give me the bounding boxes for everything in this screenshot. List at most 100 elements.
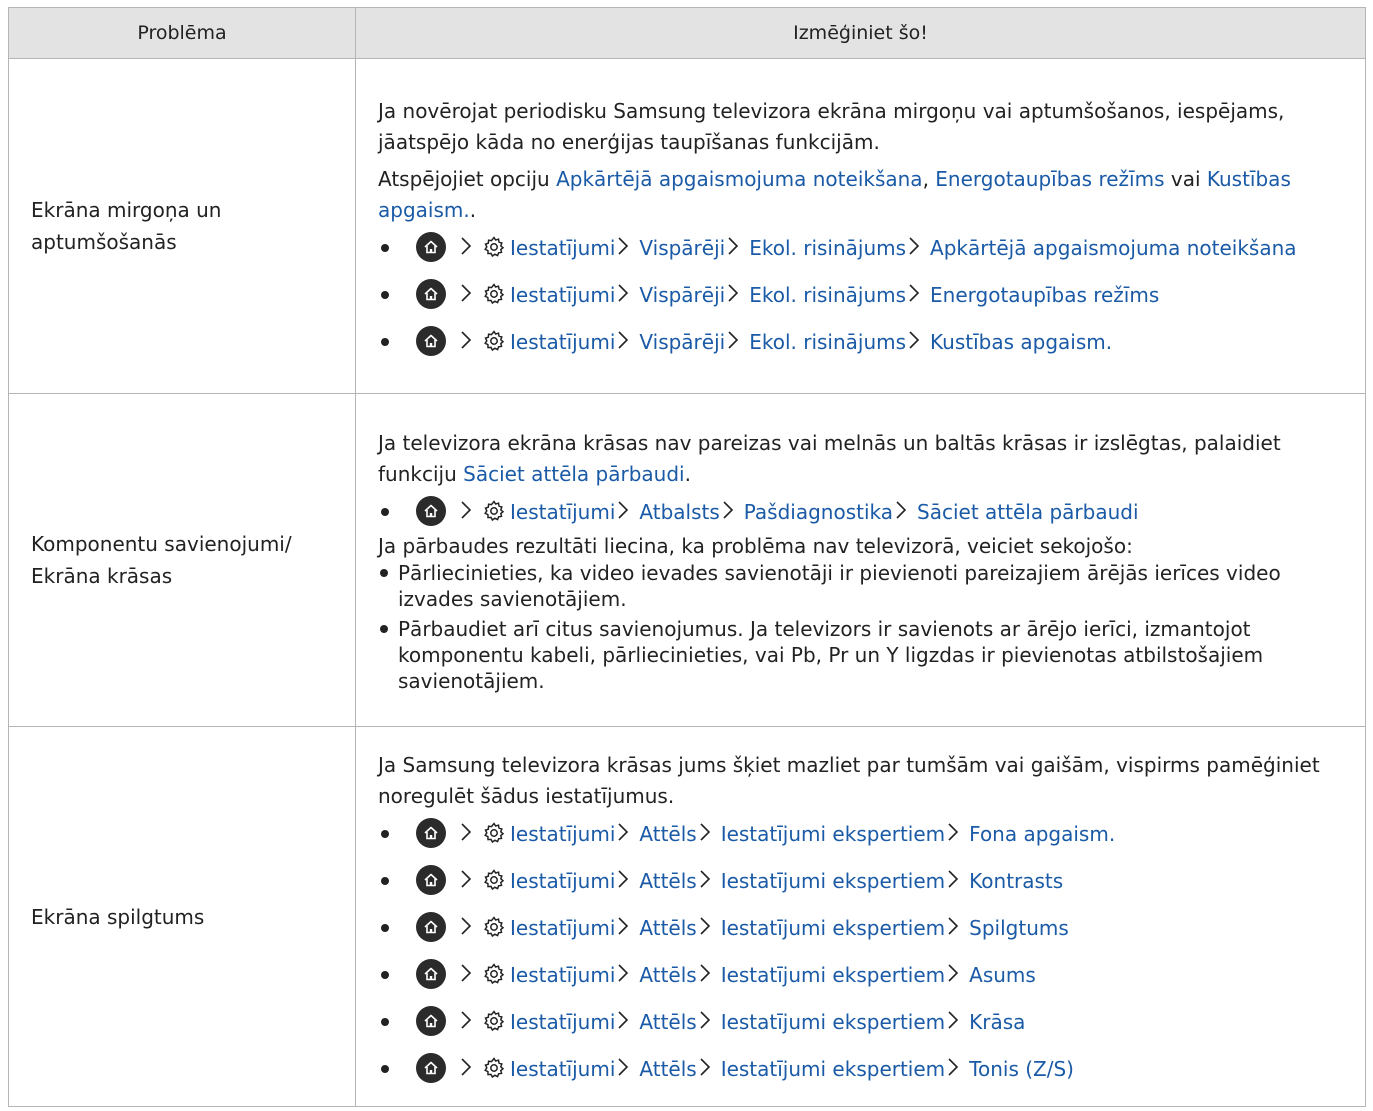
home-icon <box>416 326 446 356</box>
home-icon <box>416 818 446 848</box>
gear-icon <box>482 1010 510 1034</box>
home-icon <box>416 912 446 942</box>
list-item: Pārbaudiet arī citus savienojumus. Ja te… <box>378 616 1347 694</box>
menu-path-label[interactable]: Kontrasts <box>969 869 1063 893</box>
chevron-right-icon <box>615 500 639 524</box>
menu-path-label[interactable]: Iestatījumi <box>510 283 615 307</box>
menu-path-label[interactable]: Energotaupības režīms <box>930 283 1159 307</box>
option-link[interactable]: Sāciet attēla pārbaudi <box>463 462 684 486</box>
option-link[interactable]: Energotaupības režīms <box>935 167 1164 191</box>
gear-icon <box>482 283 510 307</box>
menu-path-label[interactable]: Apkārtējā apgaismojuma noteikšana <box>930 236 1296 260</box>
home-icon <box>416 1053 446 1083</box>
menu-path-label[interactable]: Iestatījumi <box>510 1010 615 1034</box>
menu-path-label[interactable]: Iestatījumi <box>510 963 615 987</box>
menu-path-list: Iestatījumi Vispārēji Ekol. risinājums Apkā… <box>378 232 1347 358</box>
chevron-right-icon <box>458 236 482 260</box>
chevron-right-icon <box>725 236 749 260</box>
table-row: Ekrāna spilgtums Ja Samsung televizora k… <box>8 726 1366 1107</box>
after-text: Ja pārbaudes rezultāti liecina, ka probl… <box>378 534 1133 558</box>
chevron-right-icon <box>615 283 639 307</box>
problem-cell: Ekrāna mirgoņa un aptumšošanās <box>8 58 356 394</box>
chevron-right-icon <box>697 822 721 846</box>
menu-path-label[interactable]: Iestatījumi <box>510 822 615 846</box>
chevron-right-icon <box>893 500 917 524</box>
menu-path-label[interactable]: Asums <box>969 963 1036 987</box>
menu-path-label[interactable]: Iestatījumi <box>510 869 615 893</box>
chevron-right-icon <box>615 330 639 354</box>
chevron-right-icon <box>697 916 721 940</box>
gear-icon <box>482 330 510 354</box>
menu-path-label[interactable]: Attēls <box>639 822 696 846</box>
menu-path-label[interactable]: Attēls <box>639 1010 696 1034</box>
intro-text: Ja Samsung televizora krāsas jums šķiet … <box>378 753 1320 808</box>
menu-path-item: Iestatījumi Attēls Iestatījumi ekspertiem K… <box>378 865 1347 897</box>
menu-path-label[interactable]: Attēls <box>639 869 696 893</box>
menu-path-label[interactable]: Spilgtums <box>969 916 1069 940</box>
menu-path-label[interactable]: Iestatījumi ekspertiem <box>721 822 945 846</box>
option-link[interactable]: Apkārtējā apgaismojuma noteikšana <box>556 167 922 191</box>
menu-path-label[interactable]: Fona apgaism. <box>969 822 1115 846</box>
header-solution: Izmēģiniet šo! <box>355 7 1366 59</box>
chevron-right-icon <box>945 1010 969 1034</box>
menu-path-label[interactable]: Atbalsts <box>639 500 719 524</box>
menu-path-label[interactable]: Pašdiagnostika <box>744 500 893 524</box>
solution-cell: Ja televizora ekrāna krāsas nav pareizas… <box>355 393 1366 727</box>
menu-path-label[interactable]: Attēls <box>639 916 696 940</box>
chevron-right-icon <box>906 283 930 307</box>
menu-path-label[interactable]: Iestatījumi <box>510 236 615 260</box>
menu-path-label[interactable]: Krāsa <box>969 1010 1025 1034</box>
menu-path-label[interactable]: Sāciet attēla pārbaudi <box>917 500 1138 524</box>
menu-path-label[interactable]: Ekol. risinājums <box>749 236 906 260</box>
chevron-right-icon <box>615 916 639 940</box>
table-row: Ekrāna mirgoņa un aptumšošanās Ja novēro… <box>8 58 1366 394</box>
chevron-right-icon <box>945 869 969 893</box>
menu-path-label[interactable]: Ekol. risinājums <box>749 330 906 354</box>
chevron-right-icon <box>697 1010 721 1034</box>
menu-path-label[interactable]: Vispārēji <box>639 283 725 307</box>
gear-icon <box>482 963 510 987</box>
menu-path-item: Iestatījumi Atbalsts Pašdiagnostika Sāciet … <box>378 496 1347 528</box>
chevron-right-icon <box>945 963 969 987</box>
chevron-right-icon <box>697 869 721 893</box>
menu-path-label[interactable]: Iestatījumi <box>510 916 615 940</box>
menu-path-label[interactable]: Iestatījumi ekspertiem <box>721 963 945 987</box>
header-problem: Problēma <box>8 7 356 59</box>
menu-path-label[interactable]: Attēls <box>639 963 696 987</box>
menu-path-label[interactable]: Tonis (Z/S) <box>969 1057 1074 1081</box>
chevron-right-icon <box>458 283 482 307</box>
menu-path-label[interactable]: Iestatījumi <box>510 500 615 524</box>
chevron-right-icon <box>615 822 639 846</box>
menu-path-item: Iestatījumi Attēls Iestatījumi ekspertiem A… <box>378 959 1347 991</box>
troubleshooting-table: Problēma Izmēģiniet šo! Ekrāna mirgoņa u… <box>8 7 1366 1107</box>
menu-path-label[interactable]: Ekol. risinājums <box>749 283 906 307</box>
home-icon <box>416 865 446 895</box>
menu-path-label[interactable]: Iestatījumi ekspertiem <box>721 1010 945 1034</box>
menu-path-label[interactable]: Vispārēji <box>639 330 725 354</box>
chevron-right-icon <box>725 330 749 354</box>
menu-path-list: Iestatījumi Attēls Iestatījumi ekspertiem F… <box>378 818 1347 1085</box>
chevron-right-icon <box>458 500 482 524</box>
bullet-list: Pārliecinieties, ka video ievades savien… <box>378 560 1347 694</box>
problem-cell: Ekrāna spilgtums <box>8 726 356 1107</box>
menu-path-item: Iestatījumi Vispārēji Ekol. risinājums Apkā… <box>378 232 1347 264</box>
chevron-right-icon <box>697 1057 721 1081</box>
solution-cell: Ja Samsung televizora krāsas jums šķiet … <box>355 726 1366 1107</box>
gear-icon <box>482 500 510 524</box>
table-header-row: Problēma Izmēģiniet šo! <box>8 7 1366 59</box>
disable-text: Atspējojiet opciju Apkārtējā apgaismojum… <box>378 167 1291 222</box>
menu-path-label[interactable]: Iestatījumi ekspertiem <box>721 1057 945 1081</box>
gear-icon <box>482 822 510 846</box>
menu-path-label[interactable]: Vispārēji <box>639 236 725 260</box>
menu-path-item: Iestatījumi Attēls Iestatījumi ekspertiem T… <box>378 1053 1347 1085</box>
chevron-right-icon <box>458 916 482 940</box>
menu-path-label[interactable]: Iestatījumi <box>510 1057 615 1081</box>
chevron-right-icon <box>720 500 744 524</box>
menu-path-label[interactable]: Attēls <box>639 1057 696 1081</box>
menu-path-label[interactable]: Iestatījumi ekspertiem <box>721 869 945 893</box>
menu-path-label[interactable]: Kustības apgaism. <box>930 330 1112 354</box>
menu-path-label[interactable]: Iestatījumi ekspertiem <box>721 916 945 940</box>
menu-path-label[interactable]: Iestatījumi <box>510 330 615 354</box>
gear-icon <box>482 869 510 893</box>
intro-text: Ja novērojat periodisku Samsung televizo… <box>378 99 1285 154</box>
